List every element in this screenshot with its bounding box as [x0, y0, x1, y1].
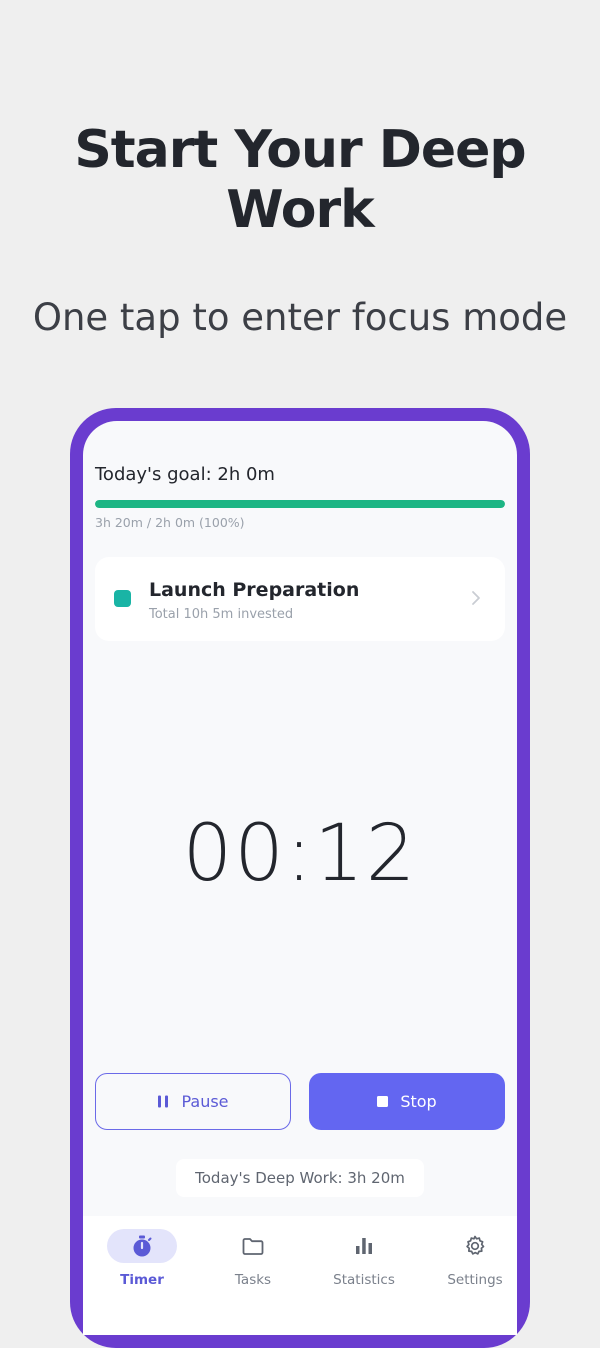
tab-settings-icon-wrap [440, 1229, 510, 1263]
promo-subline: One tap to enter focus mode [32, 296, 568, 339]
pause-icon [158, 1095, 169, 1108]
tab-tasks-icon-wrap [218, 1229, 288, 1263]
promo-headline: Start Your Deep Work [74, 120, 526, 240]
task-color-swatch [114, 590, 131, 607]
stopwatch-icon [133, 1235, 152, 1257]
goal-progress-bar [95, 500, 505, 508]
tab-statistics-icon-wrap [329, 1229, 399, 1263]
folder-icon [242, 1238, 264, 1255]
tab-settings[interactable]: Settings [420, 1216, 517, 1296]
phone-frame: Today's goal: 2h 0m 3h 20m / 2h 0m (100%… [70, 408, 530, 1348]
task-total-time: Total 10h 5m invested [149, 607, 294, 622]
tab-statistics-label: Statistics [333, 1272, 395, 1288]
tab-timer-icon-pill [107, 1229, 177, 1263]
stop-button[interactable]: Stop [309, 1073, 505, 1130]
app-screen: Today's goal: 2h 0m 3h 20m / 2h 0m (100%… [83, 421, 517, 1335]
daily-goal-label: Today's goal: 2h 0m [95, 464, 275, 485]
bar-chart-icon [356, 1238, 372, 1254]
tab-timer[interactable]: Timer [87, 1216, 197, 1296]
gear-icon [466, 1235, 485, 1255]
goal-progress-text: 3h 20m / 2h 0m (100%) [95, 515, 245, 530]
tab-statistics[interactable]: Statistics [309, 1216, 419, 1296]
todays-deep-work-summary: Today's Deep Work: 3h 20m [176, 1159, 424, 1197]
pause-label: Pause [181, 1092, 229, 1111]
goal-progress-fill [95, 500, 505, 508]
tab-tasks-label: Tasks [234, 1272, 272, 1288]
current-task-card[interactable]: Launch Preparation Total 10h 5m invested [95, 557, 505, 641]
bottom-tab-bar: Timer Tasks Statistics Settings [83, 1216, 517, 1335]
tab-tasks[interactable]: Tasks [198, 1216, 308, 1296]
pause-button[interactable]: Pause [95, 1073, 291, 1130]
stop-label: Stop [400, 1092, 437, 1111]
chevron-right-icon [472, 591, 480, 605]
stop-icon [377, 1096, 389, 1107]
tab-timer-label: Timer [120, 1272, 164, 1288]
timer-display: 00:12 [182, 809, 418, 899]
tab-settings-label: Settings [447, 1272, 503, 1288]
task-name: Launch Preparation [149, 579, 360, 601]
